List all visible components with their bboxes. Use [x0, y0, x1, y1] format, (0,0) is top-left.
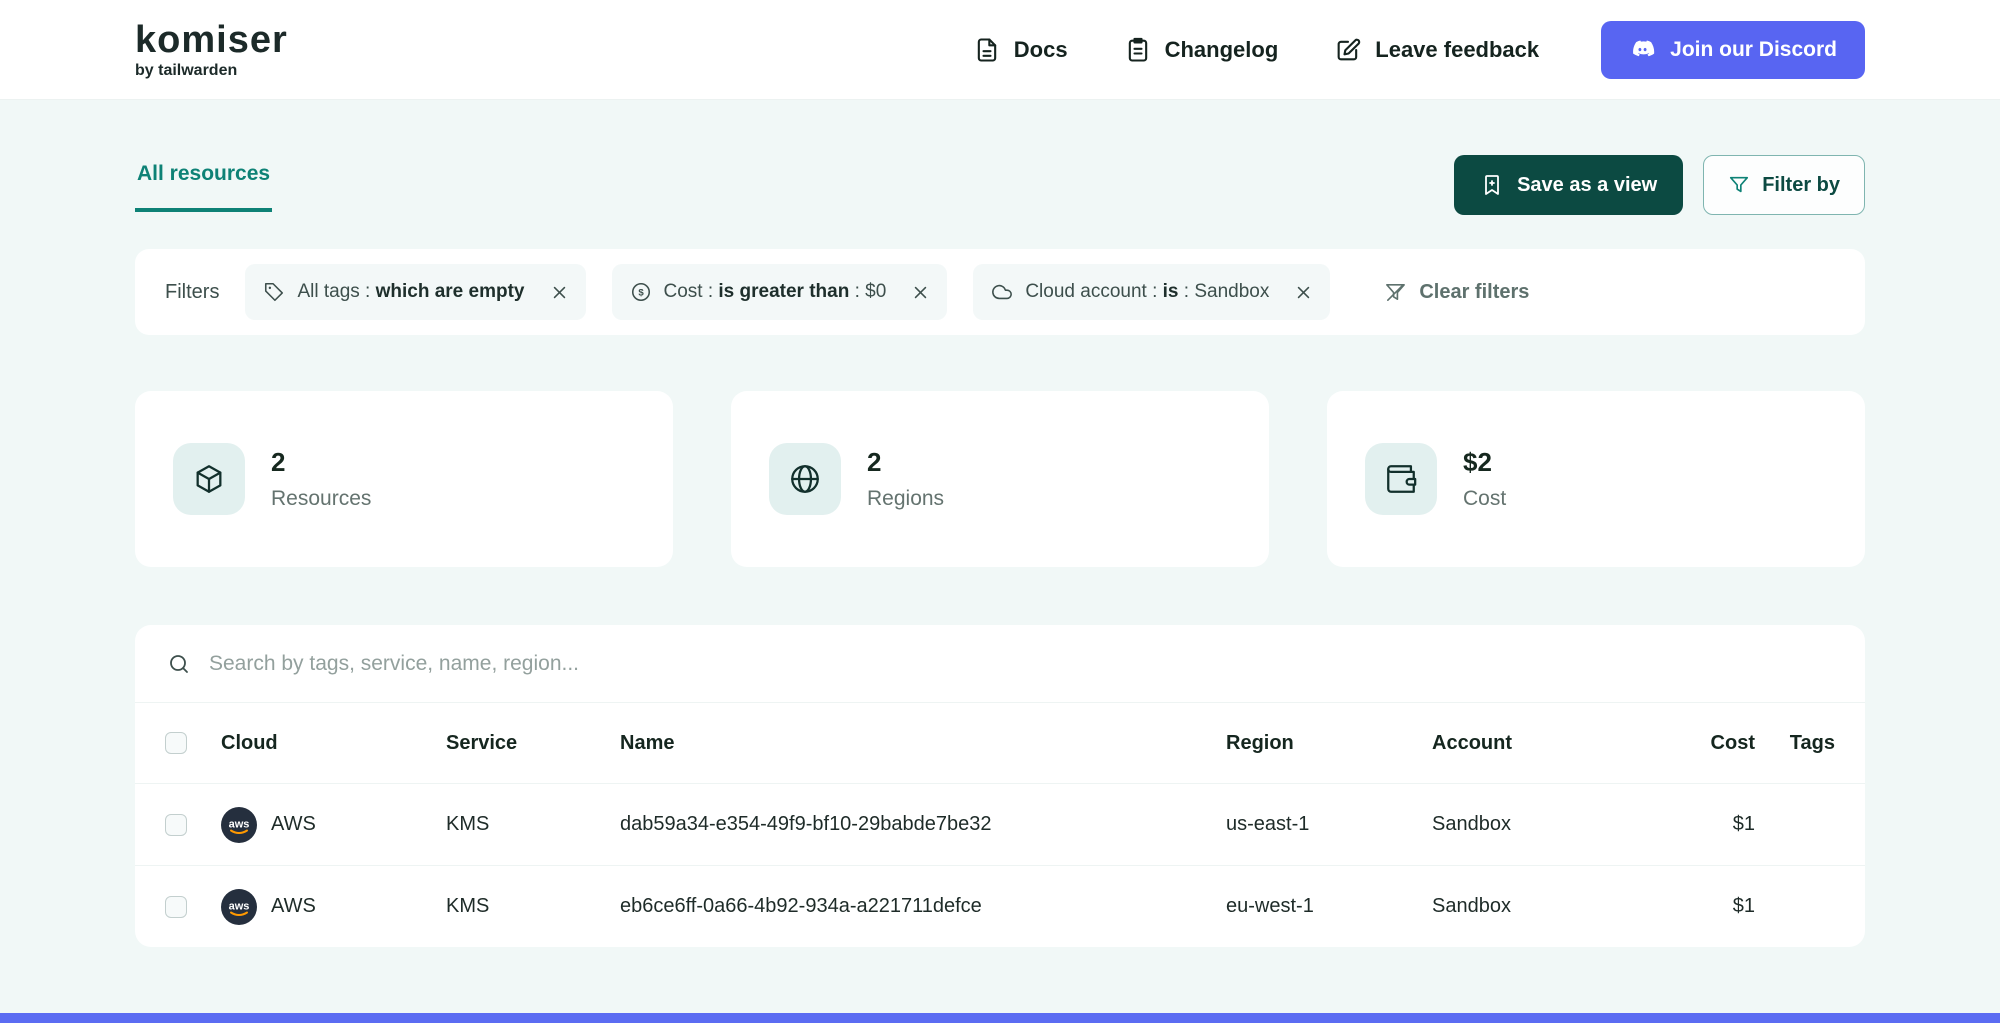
filter-chip-tags[interactable]: All tags : which are empty — [245, 264, 586, 320]
globe-icon — [769, 443, 841, 515]
funnel-icon — [1728, 174, 1750, 196]
resources-count: 2 — [271, 447, 286, 477]
table-row[interactable]: aws AWS KMS eb6ce6ff-0a66-4b92-934a-a221… — [135, 865, 1865, 947]
join-discord-label: Join our Discord — [1670, 37, 1837, 61]
wallet-icon — [1365, 443, 1437, 515]
komiser-logo[interactable]: komiser by tailwarden — [135, 21, 288, 79]
cell-name: dab59a34-e354-49f9-bf10-29babde7be32 — [620, 813, 992, 835]
feedback-pen-icon — [1334, 36, 1362, 64]
resources-label: Resources — [271, 487, 372, 510]
select-all-checkbox[interactable] — [165, 732, 187, 754]
docs-icon — [973, 36, 1001, 64]
filter-off-icon — [1384, 281, 1407, 304]
stat-card-cost: $2 Cost — [1327, 391, 1865, 567]
cell-account: Sandbox — [1432, 895, 1511, 917]
search-icon — [167, 652, 191, 676]
toolbar-buttons: Save as a view Filter by — [1454, 155, 1865, 215]
cell-service: KMS — [446, 895, 490, 917]
resources-table: Cloud Service Name Region Account Cost T… — [135, 625, 1865, 947]
cost-label: Cost — [1463, 487, 1507, 510]
stat-card-resources: 2 Resources — [135, 391, 673, 567]
svg-text:aws: aws — [229, 900, 250, 912]
cell-cost: $1 — [1732, 895, 1755, 917]
regions-label: Regions — [867, 487, 945, 510]
tag-icon — [263, 281, 285, 303]
col-region: Region — [1226, 731, 1294, 754]
remove-cost-filter-icon[interactable] — [912, 284, 929, 301]
cell-cloud: AWS — [271, 895, 316, 917]
header-nav: Docs Changelog Leave feedback Join our D… — [973, 20, 1865, 79]
nav-docs[interactable]: Docs — [973, 36, 1068, 64]
row-checkbox[interactable] — [165, 895, 187, 918]
table-search-row — [135, 625, 1865, 703]
col-cost: Cost — [1710, 731, 1755, 754]
clear-filters-label: Clear filters — [1419, 280, 1530, 303]
toolbar: All resources Save as a view Filter by — [135, 155, 1865, 215]
nav-changelog[interactable]: Changelog — [1124, 36, 1279, 64]
table-header-row: Cloud Service Name Region Account Cost T… — [135, 703, 1865, 783]
filter-by-label: Filter by — [1762, 173, 1840, 196]
cell-service: KMS — [446, 813, 490, 835]
filter-chip-cost[interactable]: $ Cost : is greater than : $0 — [611, 264, 948, 320]
cell-cost: $1 — [1732, 813, 1755, 835]
nav-docs-label: Docs — [1013, 36, 1068, 62]
cell-name: eb6ce6ff-0a66-4b92-934a-a221711defce — [620, 895, 982, 917]
app-header: komiser by tailwarden Docs Changelog Lea… — [0, 0, 2000, 100]
nav-leave-feedback[interactable]: Leave feedback — [1334, 36, 1539, 64]
col-name: Name — [620, 731, 675, 754]
cell-account: Sandbox — [1432, 813, 1511, 835]
cell-cloud: AWS — [271, 813, 316, 835]
table-row[interactable]: aws AWS KMS dab59a34-e354-49f9-bf10-29ba… — [135, 783, 1865, 865]
cube-icon — [173, 443, 245, 515]
col-cloud: Cloud — [221, 731, 278, 754]
chip-text: All tags : which are empty — [297, 281, 525, 302]
chip-text: Cloud account : is : Sandbox — [1025, 281, 1270, 302]
stat-card-regions: 2 Regions — [731, 391, 1269, 567]
col-service: Service — [446, 731, 518, 754]
save-as-view-label: Save as a view — [1517, 173, 1658, 196]
stats-cards: 2 Resources 2 Regions $2 Cost — [135, 391, 1865, 567]
aws-logo-icon: aws — [221, 888, 257, 925]
col-tags: Tags — [1789, 731, 1835, 754]
svg-text:aws: aws — [229, 818, 250, 830]
cloud-icon — [991, 281, 1013, 303]
changelog-icon — [1124, 36, 1152, 64]
row-checkbox[interactable] — [165, 813, 187, 836]
dollar-circle-icon: $ — [630, 281, 652, 303]
filters-label: Filters — [165, 280, 220, 303]
regions-count: 2 — [867, 447, 882, 477]
logo-subtitle: by tailwarden — [135, 61, 238, 79]
col-account: Account — [1432, 731, 1512, 754]
bookmark-add-icon — [1480, 173, 1504, 197]
nav-changelog-label: Changelog — [1164, 36, 1279, 62]
main-content: All resources Save as a view Filter by F… — [0, 100, 2000, 947]
discord-icon — [1629, 38, 1656, 61]
filter-by-button[interactable]: Filter by — [1703, 155, 1865, 215]
remove-tags-filter-icon[interactable] — [551, 284, 568, 301]
search-input[interactable] — [209, 651, 1833, 676]
join-discord-button[interactable]: Join our Discord — [1601, 20, 1865, 79]
cost-value: $2 — [1463, 447, 1492, 477]
logo-title: komiser — [135, 18, 288, 61]
cell-region: us-east-1 — [1226, 813, 1310, 835]
save-as-view-button[interactable]: Save as a view — [1454, 155, 1684, 215]
chip-text: Cost : is greater than : $0 — [663, 281, 887, 302]
nav-leave-feedback-label: Leave feedback — [1375, 36, 1540, 62]
aws-logo-icon: aws — [221, 806, 257, 843]
filters-bar: Filters All tags : which are empty $ Cos… — [135, 249, 1865, 335]
bottom-bar — [0, 1013, 2000, 1023]
tab-all-resources[interactable]: All resources — [135, 158, 273, 212]
cell-region: eu-west-1 — [1226, 895, 1314, 917]
svg-text:$: $ — [638, 288, 644, 299]
filter-chip-cloud-account[interactable]: Cloud account : is : Sandbox — [973, 264, 1331, 320]
remove-cloud-account-filter-icon[interactable] — [1295, 284, 1312, 301]
clear-filters-button[interactable]: Clear filters — [1384, 281, 1529, 304]
